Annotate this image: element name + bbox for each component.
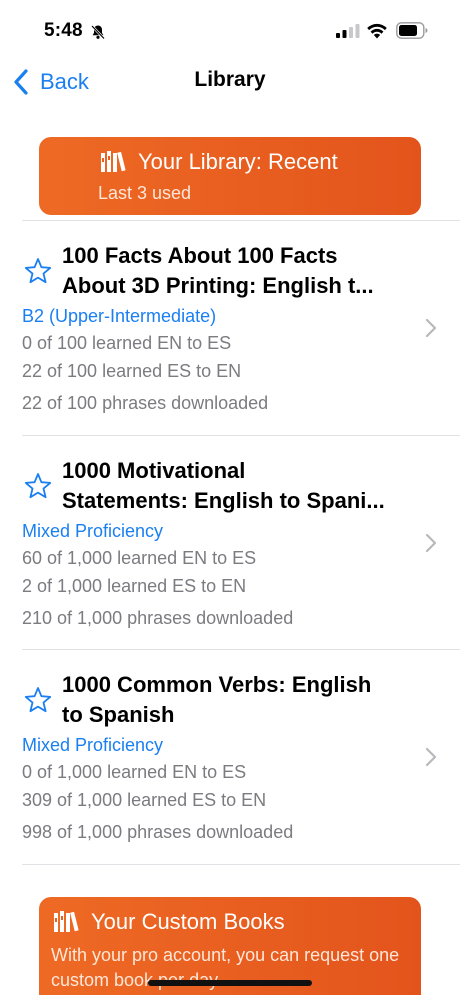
recent-library-banner[interactable]: Your Library: Recent Last 3 used xyxy=(39,137,421,215)
book-row-1[interactable]: 100 Facts About 100 Facts About 3D Print… xyxy=(0,221,460,435)
battery-icon xyxy=(396,22,428,39)
learned-es-en: 309 of 1,000 learned ES to EN xyxy=(22,790,267,810)
book-level: B2 (Upper-Intermediate) xyxy=(22,306,217,326)
learned-en-es: 0 of 100 learned EN to ES xyxy=(22,333,232,353)
custom-banner-title: Your Custom Books xyxy=(91,909,285,934)
star-outline-icon[interactable] xyxy=(24,686,52,714)
chevron-right-icon xyxy=(425,318,437,338)
divider xyxy=(22,864,460,865)
recent-banner-subtitle: Last 3 used xyxy=(98,183,192,203)
phrases-downloaded: 22 of 100 phrases downloaded xyxy=(22,393,269,413)
phrases-downloaded: 210 of 1,000 phrases downloaded xyxy=(22,608,294,628)
book-title-line-1: 1000 Motivational xyxy=(62,458,246,483)
books-icon xyxy=(54,911,79,932)
book-title: 100 Facts About 100 Facts About 3D Print… xyxy=(62,241,402,301)
book-title: 1000 Common Verbs: English to Spanish xyxy=(62,670,402,730)
book-title-line-2: Statements: English to Spani... xyxy=(62,488,385,513)
navigation-bar: Back Library xyxy=(0,62,460,102)
home-indicator[interactable] xyxy=(148,980,312,986)
wifi-icon xyxy=(367,23,387,39)
learned-en-es: 0 of 1,000 learned EN to ES xyxy=(22,762,247,782)
signal-icon xyxy=(336,24,360,38)
book-level: Mixed Proficiency xyxy=(22,735,164,755)
book-row-2[interactable]: 1000 Motivational Statements: English to… xyxy=(0,436,460,649)
star-outline-icon[interactable] xyxy=(24,472,52,500)
book-title-line-2: to Spanish xyxy=(62,702,175,727)
learned-es-en: 2 of 1,000 learned ES to EN xyxy=(22,576,247,596)
phrases-downloaded: 998 of 1,000 phrases downloaded xyxy=(22,822,294,842)
learned-es-en: 22 of 100 learned ES to EN xyxy=(22,361,242,381)
book-title: 1000 Motivational Statements: English to… xyxy=(62,456,402,516)
recent-banner-title: Your Library: Recent xyxy=(138,149,338,174)
learned-en-es: 60 of 1,000 learned EN to ES xyxy=(22,548,257,568)
book-level: Mixed Proficiency xyxy=(22,521,164,541)
bell-slash-icon xyxy=(91,25,105,40)
star-outline-icon[interactable] xyxy=(24,257,52,285)
status-time: 5:48 xyxy=(44,20,83,41)
book-title-line-1: 1000 Common Verbs: English xyxy=(62,672,372,697)
books-icon xyxy=(101,151,126,172)
page-title: Library xyxy=(194,68,266,91)
book-title-line-1: 100 Facts About 100 Facts xyxy=(62,243,338,268)
status-bar: 5:48 xyxy=(0,0,460,62)
chevron-right-icon xyxy=(425,747,437,767)
book-title-line-2: About 3D Printing: English t... xyxy=(62,273,374,298)
book-row-3[interactable]: 1000 Common Verbs: English to Spanish Mi… xyxy=(0,650,460,864)
chevron-right-icon xyxy=(425,533,437,553)
